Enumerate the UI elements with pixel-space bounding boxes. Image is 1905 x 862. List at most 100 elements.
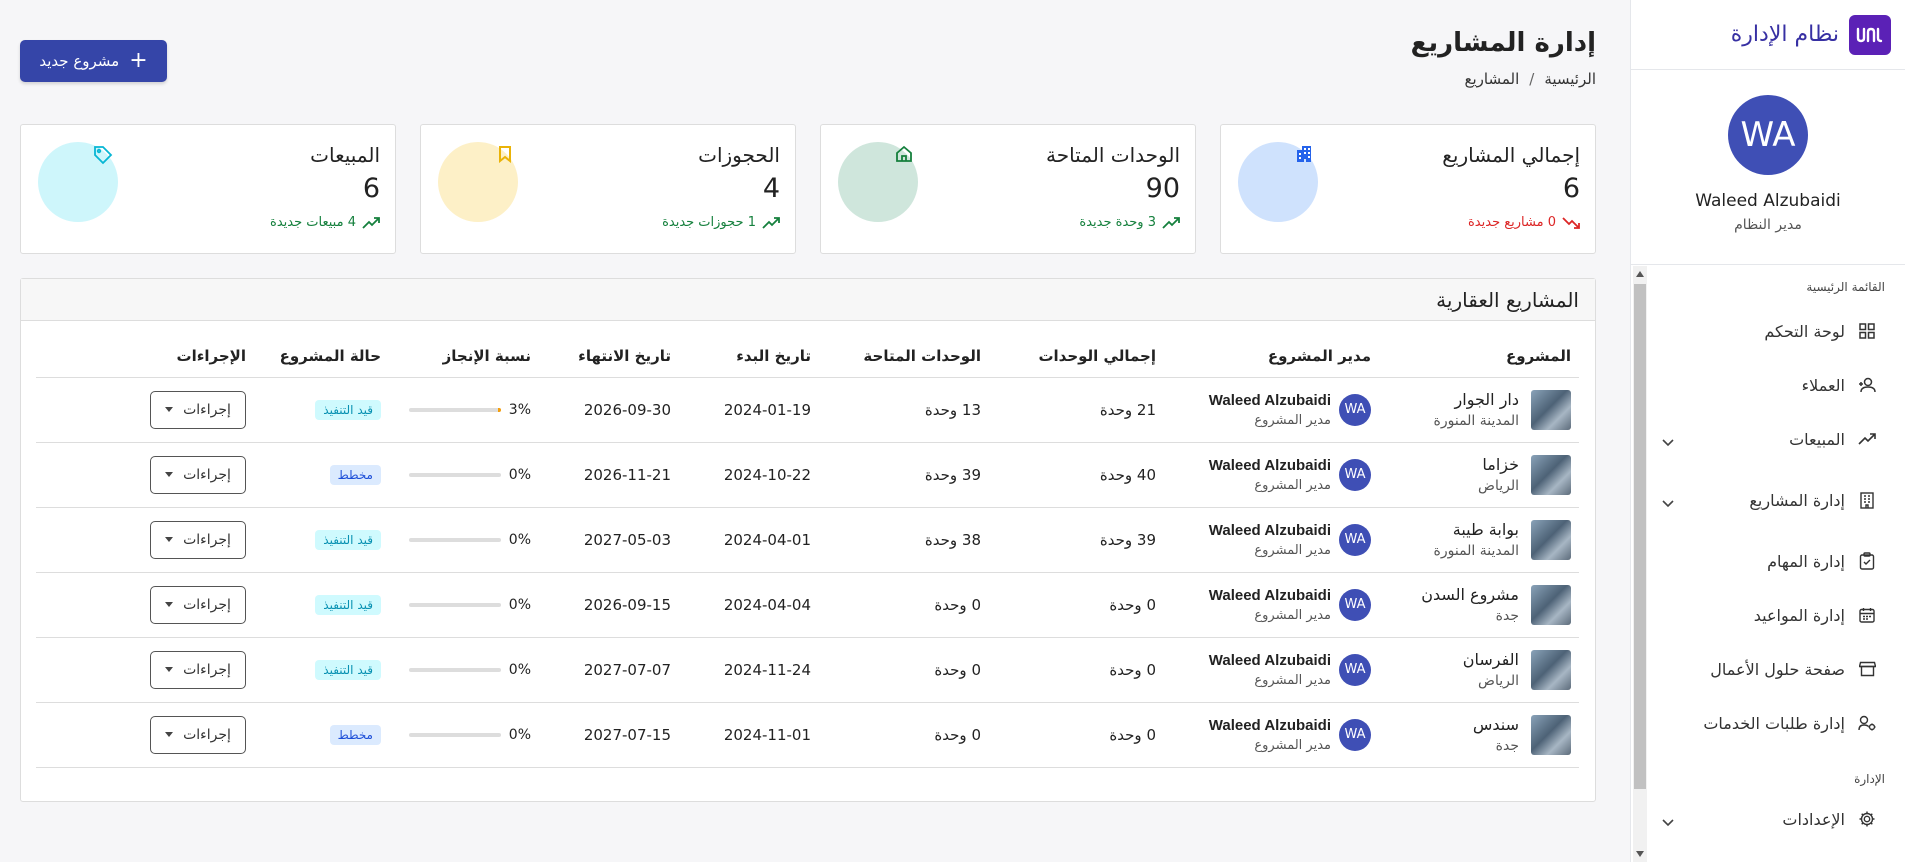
building-icon <box>1857 490 1877 510</box>
sidebar-item-clients[interactable]: العملاء <box>1630 358 1905 412</box>
actions-label: إجراءات <box>183 466 231 483</box>
project-name[interactable]: بوابة طيبة <box>1434 520 1519 539</box>
sidebar-item-settings[interactable]: الإعدادات <box>1630 796 1905 842</box>
cell-project: بوابة طيبة المدينة المنورة <box>1379 507 1579 573</box>
plus-icon: + <box>129 48 148 73</box>
progress-percent: 3% <box>508 401 531 418</box>
actions-dropdown-button[interactable]: إجراءات <box>150 390 246 429</box>
scrollbar-thumb[interactable] <box>1634 284 1646 789</box>
brand-logo-icon <box>1849 14 1891 55</box>
stat-trend: 1 حجوزات جديدة <box>662 215 780 230</box>
caret-down-icon <box>165 407 174 412</box>
cell-manager: WA Waleed Alzubaidi مدير المشروع <box>1164 572 1379 638</box>
cell-actions: إجراءات <box>36 377 254 443</box>
cell-available-units: 38 وحدة <box>819 507 989 573</box>
project-name[interactable]: مشروع السدن <box>1421 585 1519 604</box>
sidebar-item-tasks[interactable]: إدارة المهام <box>1630 534 1905 588</box>
actions-dropdown-button[interactable]: إجراءات <box>150 520 246 559</box>
page-title: إدارة المشاريع <box>1410 28 1596 58</box>
stat-value: 6 <box>1562 173 1580 204</box>
chevron-down-icon[interactable] <box>1660 812 1674 827</box>
manager-avatar: WA <box>1339 458 1371 491</box>
status-badge: مخطط <box>329 724 381 745</box>
sidebar-scrollbar[interactable] <box>1633 266 1647 862</box>
sidebar-item-dashboard[interactable]: لوحة التحكم <box>1630 304 1905 358</box>
actions-dropdown-button[interactable]: إجراءات <box>150 455 246 494</box>
progress-percent: 0% <box>508 661 531 678</box>
stats-cards: إجمالي المشاريع 6 0 مشاريع جديدة الوحدات… <box>20 124 1596 254</box>
dashboard-icon <box>1857 321 1877 341</box>
cell-end-date: 2026-09-30 <box>539 377 679 443</box>
project-name[interactable]: الفرسان <box>1463 650 1519 669</box>
scroll-down-arrow-icon[interactable] <box>1636 851 1644 857</box>
sidebar-item-label: العملاء <box>1801 375 1845 395</box>
table-row[interactable]: مشروع السدن جدة WA Waleed Alzubaidi مدير… <box>36 572 1579 638</box>
stat-value: 4 <box>762 173 780 204</box>
manager-role: مدير المشروع <box>1254 672 1331 688</box>
col-end-date: تاريخ الانتهاء <box>539 335 679 378</box>
table-row[interactable]: خزاما الرياض WA Waleed Alzubaidi مدير ال… <box>36 442 1579 508</box>
col-actions: الإجراءات <box>36 335 254 378</box>
sidebar-item-sales[interactable]: المبيعات <box>1630 412 1905 466</box>
sidebar-item-label: إدارة طلبات الخدمات <box>1703 713 1845 733</box>
project-name[interactable]: سندس <box>1473 715 1519 734</box>
new-project-button[interactable]: + مشروع جديد <box>20 40 167 82</box>
stat-card-available-units: الوحدات المتاحة 90 3 وحدة جديدة <box>820 124 1196 254</box>
cell-status: مخطط <box>254 442 389 508</box>
stat-title: إجمالي المشاريع <box>1442 143 1580 167</box>
stat-trend-label: 4 مبيعات جديدة <box>270 215 356 230</box>
project-thumbnail[interactable] <box>1531 584 1571 625</box>
stat-value: 90 <box>1145 173 1180 204</box>
bookmark-icon <box>493 145 513 165</box>
project-city: الرياض <box>1478 673 1519 689</box>
cell-status: مخطط <box>254 702 389 768</box>
table-row[interactable]: سندس جدة WA Waleed Alzubaidi مدير المشرو… <box>36 702 1579 768</box>
user-avatar[interactable]: WA <box>1728 95 1808 175</box>
breadcrumb-home[interactable]: الرئيسية <box>1544 70 1596 88</box>
cell-end-date: 2026-09-15 <box>539 572 679 638</box>
project-thumbnail[interactable] <box>1531 519 1571 560</box>
brand[interactable]: نظام الإدارة <box>1631 0 1905 70</box>
sidebar: نظام الإدارة WA Waleed Alzubaidi مدير ال… <box>1630 0 1905 862</box>
sidebar-item-projects[interactable]: إدارة المشاريع <box>1630 466 1905 534</box>
sidebar-menu: القائمة الرئيسية لوحة التحكم العملاء الم… <box>1630 266 1905 862</box>
actions-dropdown-button[interactable]: إجراءات <box>150 715 246 754</box>
project-city: المدينة المنورة <box>1433 543 1519 559</box>
col-manager: مدير المشروع <box>1164 335 1379 378</box>
chevron-down-icon[interactable] <box>1660 432 1674 447</box>
caret-down-icon <box>165 667 174 672</box>
table-row[interactable]: دار الجوار المدينة المنورة WA Waleed Alz… <box>36 377 1579 443</box>
cell-manager: WA Waleed Alzubaidi مدير المشروع <box>1164 377 1379 443</box>
cell-manager: WA Waleed Alzubaidi مدير المشروع <box>1164 702 1379 768</box>
sidebar-item-label: صفحة حلول الأعمال <box>1710 659 1845 679</box>
chevron-down-icon[interactable] <box>1660 493 1674 508</box>
caret-down-icon <box>165 602 174 607</box>
trending-up-icon <box>362 216 380 229</box>
manager-role: مدير المشروع <box>1254 542 1331 558</box>
sidebar-item-appointments[interactable]: إدارة المواعيد <box>1630 588 1905 642</box>
project-thumbnail[interactable] <box>1531 649 1571 690</box>
cell-progress: 0% <box>389 637 539 703</box>
project-thumbnail[interactable] <box>1531 714 1571 755</box>
user-role: مدير النظام <box>1734 217 1802 233</box>
table-row[interactable]: بوابة طيبة المدينة المنورة WA Waleed Alz… <box>36 507 1579 573</box>
col-status: حالة المشروع <box>254 335 389 378</box>
actions-dropdown-button[interactable]: إجراءات <box>150 650 246 689</box>
project-name[interactable]: خزاما <box>1478 455 1519 474</box>
tag-icon <box>93 145 113 165</box>
status-badge: مخطط <box>329 464 381 485</box>
actions-dropdown-button[interactable]: إجراءات <box>150 585 246 624</box>
table-row[interactable]: الفرسان الرياض WA Waleed Alzubaidi مدير … <box>36 637 1579 703</box>
sidebar-item-service-requests[interactable]: إدارة طلبات الخدمات <box>1630 696 1905 750</box>
cell-manager: WA Waleed Alzubaidi مدير المشروع <box>1164 442 1379 508</box>
cell-progress: 0% <box>389 442 539 508</box>
gear-icon <box>1857 809 1877 829</box>
sidebar-item-business-solutions[interactable]: صفحة حلول الأعمال <box>1630 642 1905 696</box>
project-name[interactable]: دار الجوار <box>1434 390 1519 409</box>
scroll-up-arrow-icon[interactable] <box>1636 271 1644 277</box>
project-thumbnail[interactable] <box>1531 454 1571 495</box>
stat-value: 6 <box>362 173 380 204</box>
actions-label: إجراءات <box>183 401 231 418</box>
project-thumbnail[interactable] <box>1531 389 1571 430</box>
home-icon <box>893 145 913 165</box>
